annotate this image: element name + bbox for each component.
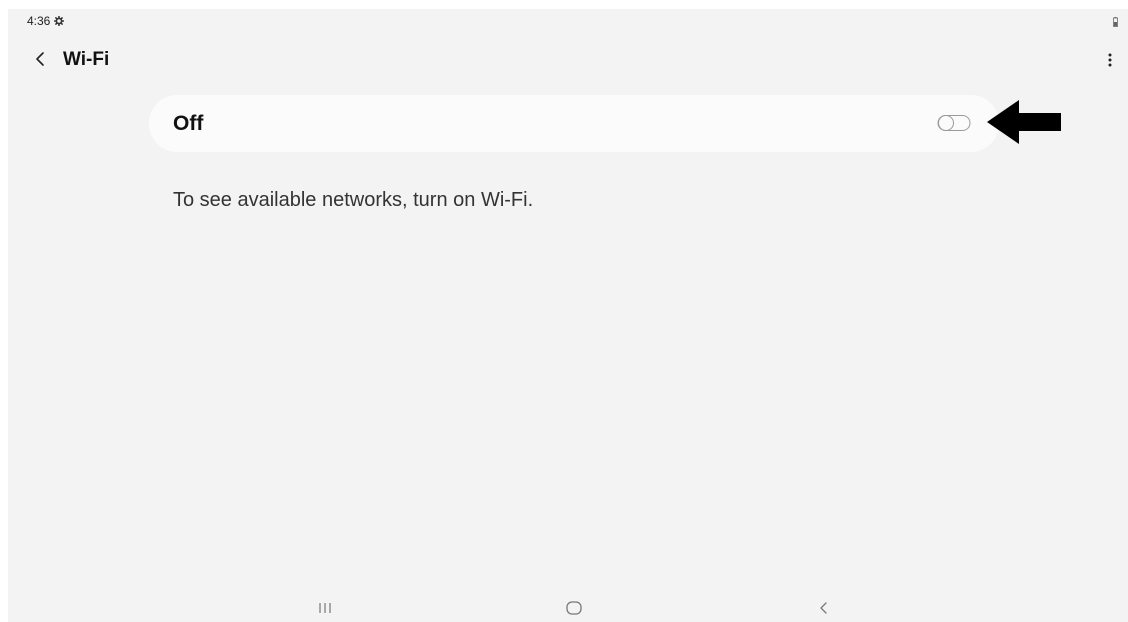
screen: 4:36 Wi-Fi Off To see available networks… [8, 9, 1128, 622]
wifi-toggle-row[interactable]: Off [149, 95, 999, 152]
wifi-toggle-label: Off [173, 112, 204, 135]
home-button[interactable] [562, 598, 586, 618]
home-icon [566, 601, 582, 615]
wifi-toggle-switch[interactable] [937, 114, 971, 132]
more-options-button[interactable] [1102, 48, 1118, 72]
app-bar: Wi-Fi [8, 43, 1128, 77]
arrow-left-icon [987, 100, 1061, 144]
status-bar: 4:36 [8, 9, 1128, 37]
navigation-bar [8, 594, 1128, 622]
battery-icon [1113, 17, 1118, 27]
wifi-off-message: To see available networks, turn on Wi-Fi… [173, 189, 534, 211]
page-title: Wi-Fi [63, 49, 110, 70]
gear-icon [54, 16, 65, 26]
chevron-left-icon [36, 52, 44, 66]
system-back-button[interactable] [812, 598, 836, 618]
recents-icon [319, 603, 331, 613]
recents-button[interactable] [313, 598, 337, 618]
status-time: 4:36 [27, 14, 51, 28]
back-icon [820, 602, 827, 614]
navigate-back-button[interactable] [28, 45, 52, 73]
more-vertical-icon [1108, 53, 1112, 67]
status-time-group: 4:36 [27, 14, 65, 28]
